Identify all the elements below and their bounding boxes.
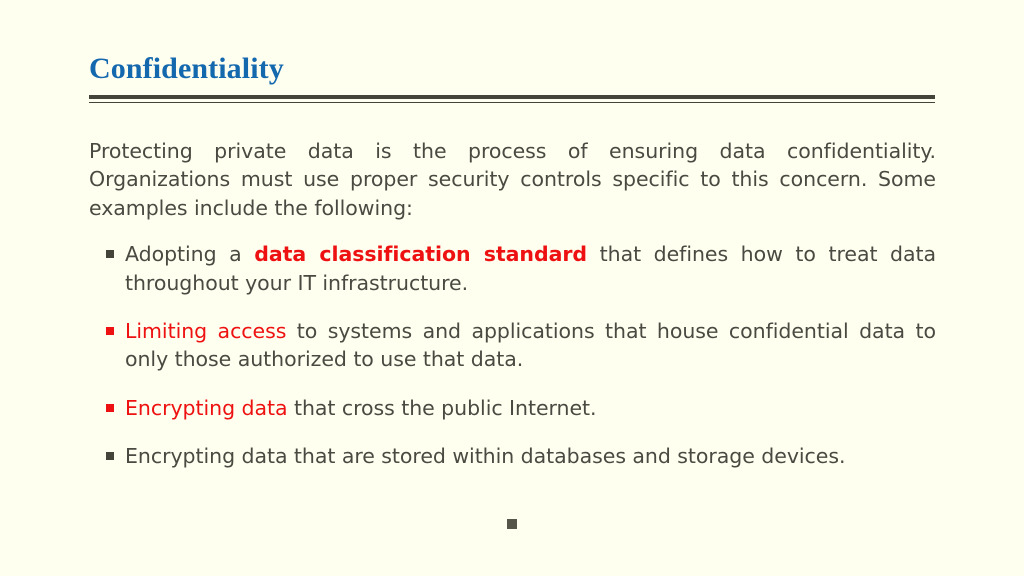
list-item-highlight: Encrypting data (125, 395, 288, 420)
square-bullet-icon (106, 452, 114, 461)
intro-paragraph: Protecting private data is the process o… (89, 139, 936, 220)
list-item-text: Limiting access to systems and applicati… (125, 317, 936, 374)
bullet-list: Adopting a data classification standard … (89, 240, 936, 470)
list-item: Encrypting data that cross the public In… (89, 394, 936, 422)
square-bullet-icon (507, 518, 517, 529)
square-bullet-icon (106, 327, 114, 336)
trailing-bullet-row (0, 513, 1024, 532)
list-item-lead: Adopting a (125, 242, 255, 267)
square-bullet-icon (106, 250, 114, 259)
list-item-highlight: data classification standard (254, 242, 588, 267)
list-item-tail: Encrypting data that are stored within d… (125, 444, 846, 469)
list-item: Limiting access to systems and applicati… (89, 317, 936, 374)
list-item-text: Encrypting data that cross the public In… (125, 394, 936, 422)
list-item: Adopting a data classification standard … (89, 240, 936, 297)
list-item-highlight: Limiting access (125, 319, 287, 344)
body-block: Protecting private data is the process o… (89, 137, 936, 471)
list-item-text: Adopting a data classification standard … (125, 240, 936, 297)
list-item-tail: that cross the public Internet. (287, 395, 597, 420)
title-rule-thick (89, 95, 935, 99)
page-title: Confidentiality (89, 52, 284, 85)
list-item-text: Encrypting data that are stored within d… (125, 442, 936, 470)
slide: Confidentiality Protecting private data … (0, 0, 1024, 576)
square-bullet-icon (106, 403, 114, 412)
title-block: Confidentiality (89, 52, 935, 103)
title-rule-thin (89, 102, 935, 103)
list-item: Encrypting data that are stored within d… (89, 442, 936, 470)
